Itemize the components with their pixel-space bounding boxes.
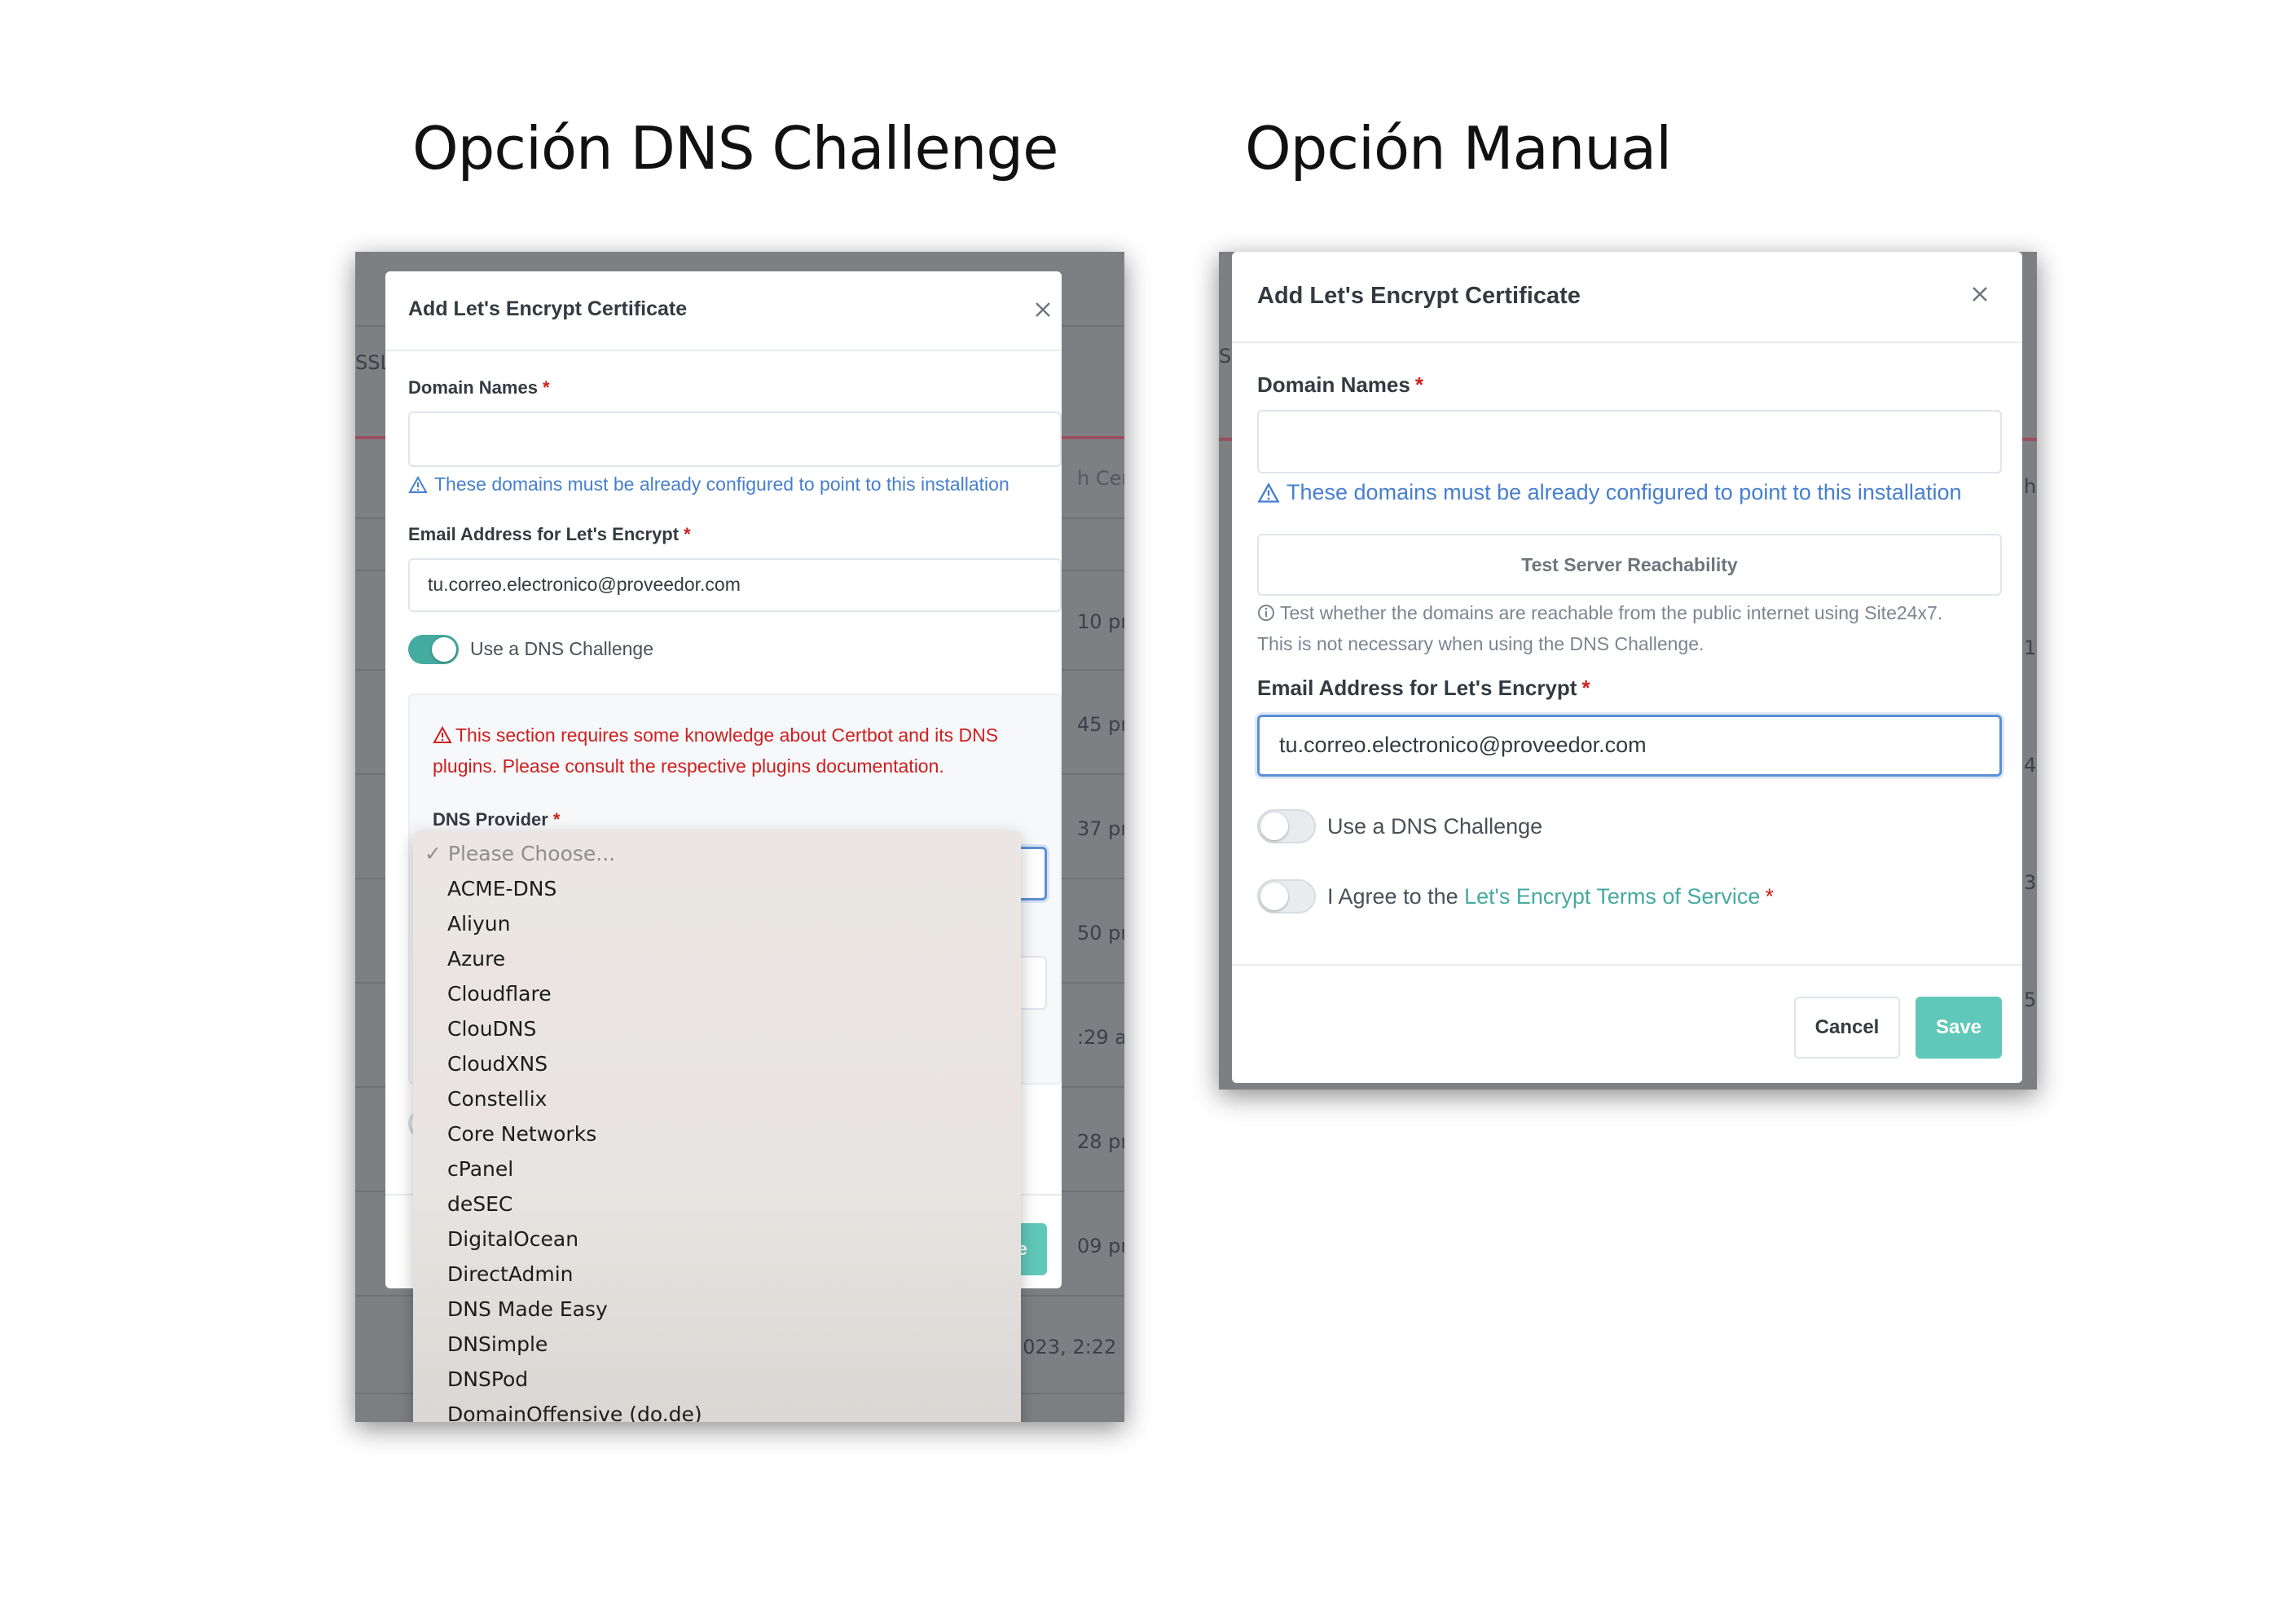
email-label: Email Address for Let's Encrypt * (1257, 676, 1590, 700)
bg-time: 09 pr (1077, 1235, 1124, 1257)
modal-title: Add Let's Encrypt Certificate (408, 297, 688, 320)
save-button[interactable]: Save (1916, 997, 2002, 1059)
dns-provider-dropdown[interactable]: ✓ Please Choose... ACME-DNS Aliyun Azure… (413, 830, 1021, 1422)
screenshot-dns-challenge: SSL h Cer 10 pr 45 pr 37 pr 50 pr :29 a … (355, 252, 1124, 1422)
dns-challenge-toggle[interactable] (408, 635, 459, 664)
email-input[interactable]: tu.correo.electronico@proveedor.com (408, 558, 1062, 612)
dns-challenge-label: Use a DNS Challenge (1327, 814, 1543, 839)
modal-title: Add Let's Encrypt Certificate (1257, 283, 1581, 309)
bg-time: 45 pr (1077, 713, 1124, 736)
dropdown-option[interactable]: deSEC (447, 1192, 512, 1216)
dropdown-option[interactable]: Cloudflare (447, 982, 552, 1006)
agree-toggle[interactable] (1257, 879, 1316, 914)
dropdown-option[interactable]: CloudXNS (447, 1052, 548, 1076)
screenshot-manual: SI h 1( 4! 3 5( Add Let's Encrypt Certif… (1219, 252, 2037, 1090)
dropdown-option[interactable]: Aliyun (447, 912, 510, 936)
bg-time: 50 pr (1077, 922, 1124, 944)
warning-icon (408, 475, 428, 493)
warning-icon (433, 725, 452, 743)
dropdown-option[interactable]: DomainOffensive (do.de) (447, 1402, 702, 1422)
bg-search-hint: h (2024, 475, 2037, 498)
bg-mark: 1( (2024, 636, 2037, 659)
bg-time: 10 pr (1077, 610, 1124, 633)
bg-time: :29 a (1077, 1026, 1124, 1049)
bg-mark: 3 (2024, 871, 2037, 894)
dns-challenge-toggle[interactable] (1257, 809, 1316, 843)
domain-names-label: Domain Names * (1257, 372, 1423, 397)
email-label: Email Address for Let's Encrypt * (408, 524, 691, 544)
agree-terms-label: I Agree to the Let's Encrypt Terms of Se… (1327, 884, 1774, 909)
dropdown-option[interactable]: DigitalOcean (447, 1227, 578, 1251)
cancel-button[interactable]: Cancel (1794, 997, 1900, 1059)
dns-challenge-label: Use a DNS Challenge (470, 638, 654, 659)
dns-provider-label: DNS Provider * (433, 809, 561, 830)
dropdown-option[interactable]: DNSPod (447, 1367, 528, 1391)
dropdown-option[interactable]: ClouDNS (447, 1017, 536, 1041)
warning-icon (1257, 482, 1280, 503)
bg-mark: 4! (2024, 754, 2037, 777)
domain-hint: These domains must be already configured… (1257, 480, 1961, 505)
dropdown-option[interactable]: DNSimple (447, 1332, 548, 1356)
heading-dns-challenge: Opción DNS Challenge (412, 114, 1058, 183)
manual-certificate-modal: Add Let's Encrypt Certificate Domain Nam… (1232, 252, 2022, 1083)
domain-names-label: Domain Names * (408, 377, 550, 398)
dropdown-placeholder[interactable]: ✓ Please Choose... (424, 842, 615, 865)
dropdown-option[interactable]: Constellix (447, 1087, 547, 1111)
test-reachability-button[interactable]: Test Server Reachability (1257, 534, 2002, 596)
heading-manual: Opción Manual (1245, 114, 1672, 183)
dropdown-option[interactable]: Azure (447, 947, 505, 971)
test-info: Test whether the domains are reachable f… (1257, 602, 1943, 654)
dropdown-option[interactable]: ACME-DNS (447, 877, 556, 900)
bg-mark: 5( (2024, 988, 2037, 1011)
close-icon[interactable] (1034, 301, 1052, 319)
check-icon: ✓ (424, 842, 442, 865)
terms-link[interactable]: Let's Encrypt Terms of Service (1464, 884, 1760, 909)
close-icon[interactable] (1970, 284, 1990, 304)
dropdown-option[interactable]: DNS Made Easy (447, 1297, 608, 1321)
bg-search-hint: h Cer (1077, 467, 1124, 490)
dropdown-option[interactable]: DirectAdmin (447, 1262, 574, 1286)
email-input[interactable]: tu.correo.electronico@proveedor.com (1257, 715, 2002, 777)
dropdown-option[interactable]: cPanel (447, 1157, 513, 1181)
bg-time: 28 pr (1077, 1130, 1124, 1153)
bg-time: 2023, 2:22 pr (1010, 1336, 1124, 1358)
dns-warning: This section requires some knowledge abo… (433, 724, 999, 777)
dropdown-option[interactable]: Core Networks (447, 1122, 596, 1146)
domain-hint: These domains must be already configured… (408, 473, 1009, 495)
info-icon (1258, 605, 1274, 621)
domain-names-input[interactable] (408, 412, 1062, 467)
bg-time: 37 pr (1077, 817, 1124, 840)
domain-names-input[interactable] (1257, 410, 2002, 473)
